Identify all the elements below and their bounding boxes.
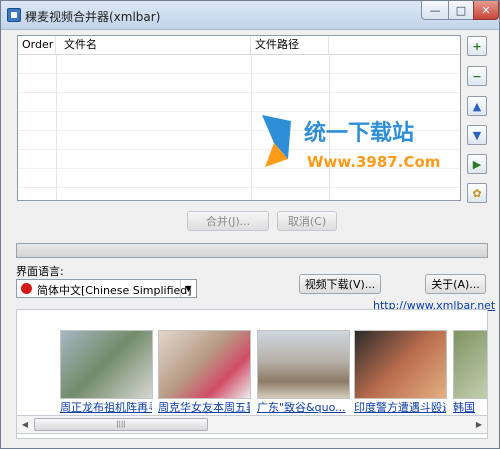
merge-progress-bar (16, 243, 488, 258)
minus-icon: − (472, 69, 482, 83)
column-extra[interactable] (329, 36, 460, 54)
cancel-button[interactable]: 取消(C) (277, 211, 337, 231)
video-download-button[interactable]: 视频下载(V)... (299, 274, 381, 294)
title-bar[interactable]: 稞麦视频合并器(xmlbar) — □ ✕ (1, 1, 499, 30)
add-file-button[interactable]: + (467, 36, 487, 56)
table-row[interactable] (18, 74, 460, 93)
arrow-down-icon: ▼ (472, 128, 482, 142)
language-select[interactable]: 简体中文[Chinese Simplified] ▼ (16, 279, 197, 298)
move-down-button[interactable]: ▼ (467, 125, 487, 145)
settings-icon: ✿ (472, 186, 482, 200)
play-icon: ▶ (472, 157, 482, 171)
news-thumbnail[interactable] (453, 330, 487, 399)
arrow-up-icon: ▲ (472, 99, 482, 113)
news-caption[interactable]: 韩国 (453, 399, 487, 415)
file-list-header: Order 文件名 文件路径 (18, 36, 460, 55)
minimize-button[interactable]: — (421, 1, 449, 20)
china-flag-icon (21, 283, 32, 294)
table-row[interactable] (18, 55, 460, 74)
column-order[interactable]: Order (18, 36, 56, 54)
news-caption[interactable]: 印度警方遭遇斗殴遇... (354, 399, 446, 415)
window-title: 稞麦视频合并器(xmlbar) (25, 10, 161, 24)
move-up-button[interactable]: ▲ (467, 96, 487, 116)
column-file-path[interactable]: 文件路径 (251, 36, 329, 54)
news-thumbnail[interactable] (60, 330, 153, 399)
watermark-logo: 统一下载站 Www.3987.Com (262, 115, 440, 171)
chevron-down-icon: ▼ (180, 280, 196, 297)
scrollbar-thumb[interactable]: |||| (34, 418, 208, 431)
about-button[interactable]: 关于(A)... (425, 274, 486, 294)
remove-file-button[interactable]: − (467, 66, 487, 86)
news-thumbnail[interactable] (158, 330, 251, 399)
column-file-name[interactable]: 文件名 (56, 36, 251, 54)
language-label: 界面语言: (16, 265, 64, 278)
news-thumbnail[interactable] (257, 330, 350, 399)
news-caption[interactable]: 周正龙布祖机阵再寻... (60, 399, 152, 415)
watermark-title: 统一下载站 (304, 120, 414, 146)
app-icon (7, 8, 21, 22)
merge-button[interactable]: 合并(J)... (187, 211, 269, 231)
close-button[interactable]: ✕ (473, 1, 499, 20)
start-button[interactable]: ▶ (467, 154, 487, 174)
news-caption[interactable]: 广东"致谷&quo... (257, 399, 349, 415)
language-selected-value: 简体中文[Chinese Simplified] (37, 284, 192, 297)
horizontal-scrollbar[interactable]: ◀ |||| ▶ (16, 415, 488, 434)
watermark-url: Www.3987.Com (307, 153, 440, 171)
scroll-left-icon[interactable]: ◀ (17, 416, 33, 433)
news-caption[interactable]: 周克华女友本周五暑... (158, 399, 250, 415)
maximize-button[interactable]: □ (448, 1, 474, 20)
news-thumbnail[interactable] (354, 330, 447, 399)
scroll-right-icon[interactable]: ▶ (471, 416, 487, 433)
settings-button[interactable]: ✿ (467, 183, 487, 203)
main-window: 稞麦视频合并器(xmlbar) — □ ✕ Order 文件名 文件路径 统一下… (0, 0, 500, 449)
column-divider (56, 54, 57, 200)
column-divider (251, 54, 252, 200)
plus-icon: + (472, 39, 482, 53)
